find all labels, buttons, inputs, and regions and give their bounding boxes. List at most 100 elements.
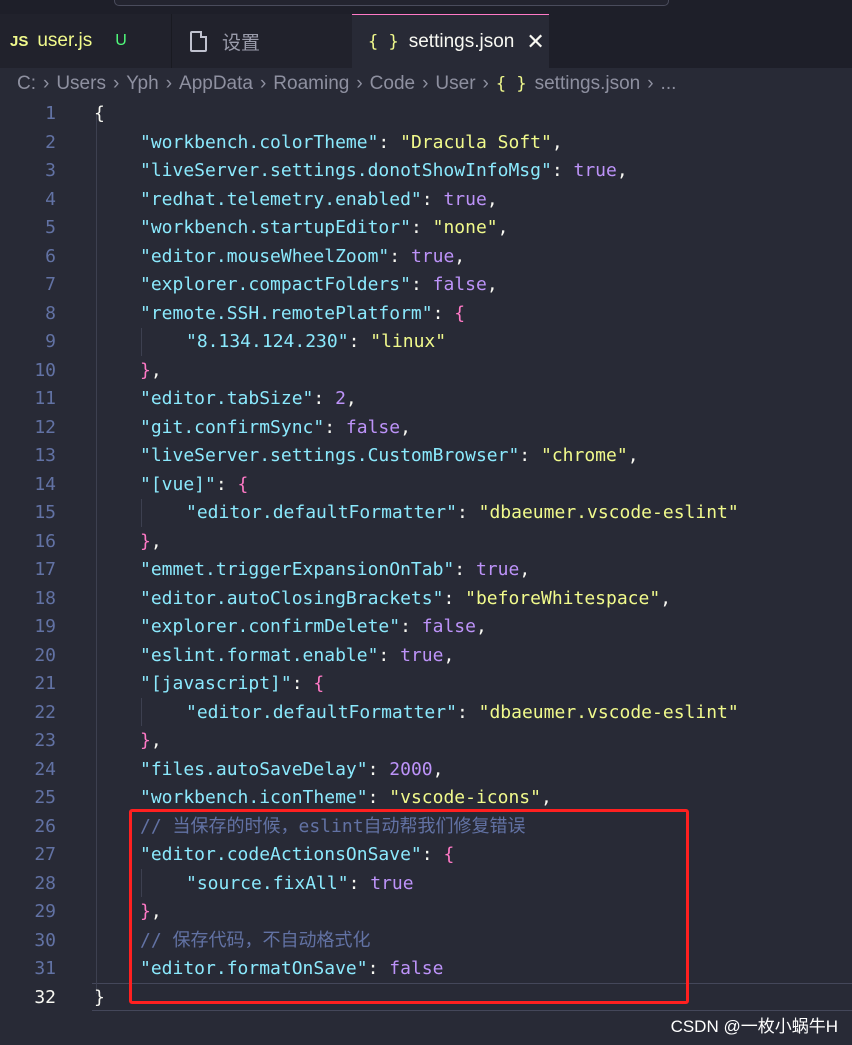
file-icon [190, 30, 207, 52]
code-line[interactable]: 22 "editor.defaultFormatter": "dbaeumer.v… [0, 699, 852, 728]
code-text: "8.134.124.230": "linux" [186, 331, 447, 352]
chevron-right-icon: › [482, 73, 489, 94]
line-number: 32 [34, 986, 56, 1008]
code-line[interactable]: 24 "files.autoSaveDelay": 2000, [0, 756, 852, 785]
line-number: 18 [34, 587, 56, 609]
code-line[interactable]: 5 "workbench.startupEditor": "none", [0, 214, 852, 243]
code-text: "liveServer.settings.CustomBrowser": "ch… [140, 445, 639, 466]
line-number: 21 [34, 673, 56, 694]
code-line[interactable]: 13 "liveServer.settings.CustomBrowser": "… [0, 442, 852, 471]
code-line[interactable]: 4 "redhat.telemetry.enabled": true, [0, 186, 852, 215]
code-text: "editor.tabSize": 2, [140, 388, 357, 409]
tab-label: settings.json [408, 30, 515, 52]
code-line[interactable]: 23}, [0, 727, 852, 756]
code-line[interactable]: 1{ [0, 100, 852, 129]
code-text: "[javascript]": { [140, 673, 325, 694]
line-number: 13 [34, 445, 56, 466]
line-number: 2 [45, 131, 56, 153]
breadcrumb-item[interactable]: C: [17, 73, 36, 95]
breadcrumb-item[interactable]: User [435, 73, 475, 95]
code-line[interactable]: 2 "workbench.colorTheme": "Dracula Soft", [0, 129, 852, 158]
code-line[interactable]: 9 "8.134.124.230": "linux" [0, 328, 852, 357]
chevron-right-icon: › [43, 73, 50, 94]
line-number: 11 [34, 388, 56, 409]
code-text: "[vue]": { [140, 473, 249, 495]
line-number: 14 [34, 473, 56, 495]
line-number: 16 [34, 530, 56, 552]
line-number: 19 [34, 616, 56, 637]
chevron-right-icon: › [259, 73, 267, 94]
json-file-icon: { } [368, 31, 399, 52]
tab-user-js[interactable]: JS user.js U [0, 14, 171, 68]
close-icon[interactable]: ✕ [526, 29, 544, 55]
title-bar [0, 0, 852, 14]
code-text: "redhat.telemetry.enabled": true, [140, 188, 498, 210]
chevron-right-icon: › [356, 73, 363, 94]
code-text: } [94, 986, 105, 1008]
line-number: 28 [34, 872, 56, 894]
code-text: "explorer.compactFolders": false, [140, 274, 498, 295]
line-number: 8 [45, 302, 56, 324]
code-line[interactable]: 7 "explorer.compactFolders": false, [0, 271, 852, 300]
code-text: "liveServer.settings.donotShowInfoMsg": … [140, 160, 628, 181]
breadcrumb-item[interactable]: settings.json [535, 73, 641, 95]
code-line[interactable]: 21 "[javascript]": { [0, 670, 852, 699]
code-line[interactable]: 6 "editor.mouseWheelZoom": true, [0, 243, 852, 272]
line-number: 20 [34, 644, 56, 666]
tab-settings-ui[interactable]: 设置 [171, 14, 352, 68]
code-text: }, [140, 359, 162, 381]
code-line[interactable]: 18 "editor.autoClosingBrackets": "beforeW… [0, 585, 852, 614]
code-text: "workbench.startupEditor": "none", [140, 217, 509, 238]
tab-label: 设置 [222, 32, 261, 54]
code-text: { [94, 103, 105, 124]
code-text: "editor.defaultFormatter": "dbaeumer.vsc… [186, 701, 739, 723]
code-line[interactable]: 19 "explorer.confirmDelete": false, [0, 613, 852, 642]
untracked-badge: U [115, 32, 127, 49]
tab-bar: JS user.js U 设置 { } settings.json ✕ [0, 14, 852, 68]
breadcrumb-item[interactable]: Code [370, 73, 415, 95]
code-line[interactable]: 8 "remote.SSH.remotePlatform": { [0, 300, 852, 329]
chevron-right-icon: › [112, 73, 120, 94]
code-line[interactable]: 11 "editor.tabSize": 2, [0, 385, 852, 414]
line-number: 29 [34, 901, 56, 922]
code-text: "editor.autoClosingBrackets": "beforeWhi… [140, 587, 672, 609]
code-line[interactable]: 20 "eslint.format.enable": true, [0, 642, 852, 671]
line-number: 4 [45, 188, 56, 210]
line-number: 26 [34, 815, 56, 837]
code-line[interactable]: 3 "liveServer.settings.donotShowInfoMsg":… [0, 157, 852, 186]
code-line[interactable]: 15 "editor.defaultFormatter": "dbaeumer.v… [0, 499, 852, 528]
watermark: CSDN @一枚小蜗牛H [670, 1017, 838, 1036]
code-line[interactable]: 14 "[vue]": { [0, 471, 852, 500]
line-number: 22 [34, 701, 56, 723]
line-number: 6 [45, 245, 56, 267]
line-number: 10 [34, 359, 56, 381]
breadcrumb-item[interactable]: AppData [179, 73, 253, 95]
command-center[interactable] [114, 0, 669, 6]
breadcrumb-item[interactable]: Roaming [273, 73, 349, 95]
chevron-right-icon: › [422, 73, 429, 94]
line-number: 3 [45, 160, 56, 181]
code-text: "explorer.confirmDelete": false, [140, 616, 487, 637]
code-text: "editor.defaultFormatter": "dbaeumer.vsc… [186, 502, 739, 523]
code-text: "emmet.triggerExpansionOnTab": true, [140, 559, 531, 580]
line-number: 17 [34, 559, 56, 580]
line-number: 30 [34, 929, 56, 951]
code-text: "eslint.format.enable": true, [140, 644, 455, 666]
breadcrumb: C: › Users › Yph › AppData › Roaming › Code › … [0, 68, 852, 100]
line-number: 7 [45, 274, 56, 295]
json-file-icon: { } [495, 74, 527, 94]
highlight-box [129, 809, 689, 1004]
line-number: 5 [45, 217, 56, 238]
breadcrumb-item[interactable]: Users [56, 73, 106, 95]
breadcrumb-item[interactable]: ... [661, 73, 677, 95]
code-line[interactable]: 16}, [0, 528, 852, 557]
code-line[interactable]: 17 "emmet.triggerExpansionOnTab": true, [0, 556, 852, 585]
code-text: "remote.SSH.remotePlatform": { [140, 302, 466, 324]
javascript-file-icon: JS [10, 32, 29, 50]
line-number: 23 [34, 730, 56, 751]
code-line[interactable]: 10}, [0, 357, 852, 386]
breadcrumb-item[interactable]: Yph [126, 73, 158, 95]
line-number: 25 [34, 787, 56, 808]
tab-settings-json[interactable]: { } settings.json ✕ [352, 14, 549, 68]
code-line[interactable]: 12 "git.confirmSync": false, [0, 414, 852, 443]
